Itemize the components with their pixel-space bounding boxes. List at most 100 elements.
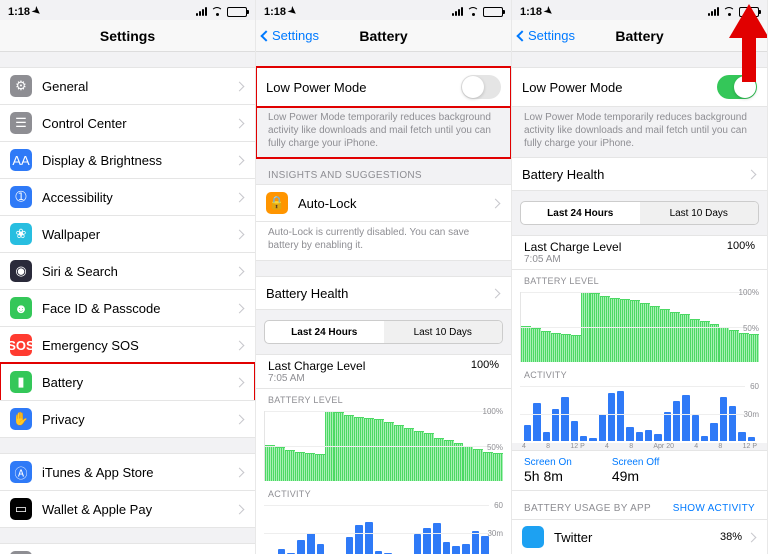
annotation-arrow bbox=[729, 4, 768, 82]
app-usage-row[interactable]: Twitter38% bbox=[512, 519, 767, 554]
chevron-right-icon bbox=[235, 266, 245, 276]
back-button[interactable]: Settings bbox=[518, 28, 575, 43]
wifi-icon bbox=[211, 7, 223, 16]
last-charge-pct: 100% bbox=[471, 359, 499, 371]
chevron-right-icon bbox=[235, 118, 245, 128]
page-title: Battery bbox=[359, 28, 407, 44]
screen-time-summary: Screen On5h 8m Screen Off49m bbox=[512, 450, 767, 490]
page-title: Battery bbox=[615, 28, 663, 44]
signal-icon bbox=[452, 7, 463, 16]
settings-row-display[interactable]: AA Display & Brightness bbox=[0, 141, 255, 179]
navbar: Settings bbox=[0, 20, 255, 52]
sos-icon: SOS bbox=[10, 334, 32, 356]
settings-row-battery[interactable]: ▮Battery bbox=[0, 363, 255, 401]
autolock-icon: 🔒 bbox=[266, 192, 288, 214]
control-center-icon: ☰ bbox=[10, 112, 32, 134]
battery-health-row[interactable]: Battery Health bbox=[256, 276, 511, 310]
row-label: Wallpaper bbox=[42, 227, 236, 242]
settings-row-wallet[interactable]: ▭Wallet & Apple Pay bbox=[0, 490, 255, 528]
chevron-right-icon bbox=[747, 169, 757, 179]
low-power-mode-row[interactable]: Low Power Mode bbox=[256, 67, 511, 107]
privacy-icon: ✋ bbox=[10, 408, 32, 430]
seg-10d[interactable]: Last 10 Days bbox=[640, 202, 759, 224]
chevron-right-icon bbox=[235, 229, 245, 239]
row-label: Face ID & Passcode bbox=[42, 301, 236, 316]
wifi-icon bbox=[467, 7, 479, 16]
status-bar: 1:18 bbox=[0, 0, 255, 20]
settings-row-faceid[interactable]: ☻ Face ID & Passcode bbox=[0, 289, 255, 327]
last-charge-row: 100% Last Charge Level 7:05 AM bbox=[512, 235, 767, 270]
row-label: Wallet & Apple Pay bbox=[42, 502, 236, 517]
chevron-right-icon bbox=[235, 467, 245, 477]
page-title: Settings bbox=[100, 28, 155, 44]
activity-chart: 60 30m bbox=[264, 505, 503, 554]
faceid-icon: ☻ bbox=[10, 297, 32, 319]
settings-row-wallpaper[interactable]: ❀ Wallpaper bbox=[0, 215, 255, 253]
itunes-icon: Ⓐ bbox=[10, 461, 32, 483]
insights-header: INSIGHTS AND SUGGESTIONS bbox=[256, 158, 511, 185]
low-power-mode-toggle[interactable] bbox=[461, 75, 501, 99]
back-button[interactable]: Settings bbox=[262, 28, 319, 43]
siri-icon: ◉ bbox=[10, 260, 32, 282]
chevron-right-icon bbox=[235, 303, 245, 313]
lpm-description: Low Power Mode temporarily reduces backg… bbox=[256, 107, 511, 158]
autolock-description: Auto-Lock is currently disabled. You can… bbox=[256, 222, 511, 261]
settings-row-control-center[interactable]: ☰ Control Center bbox=[0, 104, 255, 142]
settings-list: ⚙General ☰ Control Center AA Display & Brigh… bbox=[0, 52, 255, 554]
status-bar: 1:18 bbox=[256, 0, 511, 20]
row-label: Privacy bbox=[42, 412, 236, 427]
battery-level-header: BATTERY LEVEL bbox=[256, 389, 511, 407]
row-label: iTunes & App Store bbox=[42, 465, 236, 480]
row-label: Battery bbox=[42, 375, 236, 390]
location-icon bbox=[29, 5, 42, 19]
screenshot-settings: 1:18 Settings ⚙General ☰ Control Center AA D… bbox=[0, 0, 256, 554]
last-charge-row: 100% Last Charge Level 7:05 AM bbox=[256, 354, 511, 389]
chevron-right-icon bbox=[747, 532, 757, 542]
battery-level-chart: 100%50% bbox=[520, 292, 759, 362]
settings-row-general[interactable]: ⚙General bbox=[0, 67, 255, 105]
battery-icon bbox=[483, 7, 503, 17]
location-icon bbox=[541, 5, 554, 19]
chevron-right-icon bbox=[235, 377, 245, 387]
row-label: Emergency SOS bbox=[42, 338, 236, 353]
chevron-right-icon bbox=[491, 198, 501, 208]
chart-x-axis: 4812 P48Apr 204812 P bbox=[512, 443, 767, 450]
seg-24h[interactable]: Last 24 Hours bbox=[521, 202, 640, 224]
display-icon: AA bbox=[10, 149, 32, 171]
chevron-right-icon bbox=[235, 340, 245, 350]
signal-icon bbox=[708, 7, 719, 16]
signal-icon bbox=[196, 7, 207, 16]
general-icon: ⚙ bbox=[10, 75, 32, 97]
low-power-mode-label: Low Power Mode bbox=[266, 80, 461, 95]
settings-row-privacy[interactable]: ✋ Privacy bbox=[0, 400, 255, 438]
time-range-segmented[interactable]: Last 24 Hours Last 10 Days bbox=[264, 320, 503, 344]
row-label: Display & Brightness bbox=[42, 153, 236, 168]
chevron-left-icon bbox=[260, 30, 271, 41]
seg-10d[interactable]: Last 10 Days bbox=[384, 321, 503, 343]
settings-row-accessibility[interactable]: ➀Accessibility bbox=[0, 178, 255, 216]
time-range-segmented[interactable]: Last 24 Hours Last 10 Days bbox=[520, 201, 759, 225]
row-label: Control Center bbox=[42, 116, 236, 131]
activity-chart: 60 30m bbox=[520, 386, 759, 441]
lpm-description: Low Power Mode temporarily reduces backg… bbox=[512, 107, 767, 158]
settings-row-siri[interactable]: ◉Siri & Search bbox=[0, 252, 255, 290]
activity-header: ACTIVITY bbox=[256, 483, 511, 501]
location-icon bbox=[285, 5, 298, 19]
settings-row-itunes[interactable]: ⒶiTunes & App Store bbox=[0, 453, 255, 491]
chevron-right-icon bbox=[235, 192, 245, 202]
show-activity-button[interactable]: SHOW ACTIVITY bbox=[673, 503, 755, 514]
chevron-right-icon bbox=[491, 288, 501, 298]
wallpaper-icon: ❀ bbox=[10, 223, 32, 245]
status-time: 1:18 bbox=[8, 6, 40, 18]
battery-icon bbox=[227, 7, 247, 17]
screenshot-battery-off: 1:18 Settings Battery Low Power Mode Low… bbox=[256, 0, 512, 554]
settings-row-sos[interactable]: SOS Emergency SOS bbox=[0, 326, 255, 364]
battery-health-row[interactable]: Battery Health bbox=[512, 157, 767, 191]
app-icon bbox=[522, 526, 544, 548]
chevron-left-icon bbox=[516, 30, 527, 41]
usage-by-app-header: BATTERY USAGE BY APP SHOW ACTIVITY bbox=[512, 490, 767, 520]
settings-row-passwords[interactable]: 🔑Passwords & Accounts bbox=[0, 543, 255, 554]
seg-24h[interactable]: Last 24 Hours bbox=[265, 321, 384, 343]
autolock-row[interactable]: 🔒 Auto-Lock bbox=[256, 184, 511, 222]
battery-level-chart: 100%50% bbox=[264, 411, 503, 481]
